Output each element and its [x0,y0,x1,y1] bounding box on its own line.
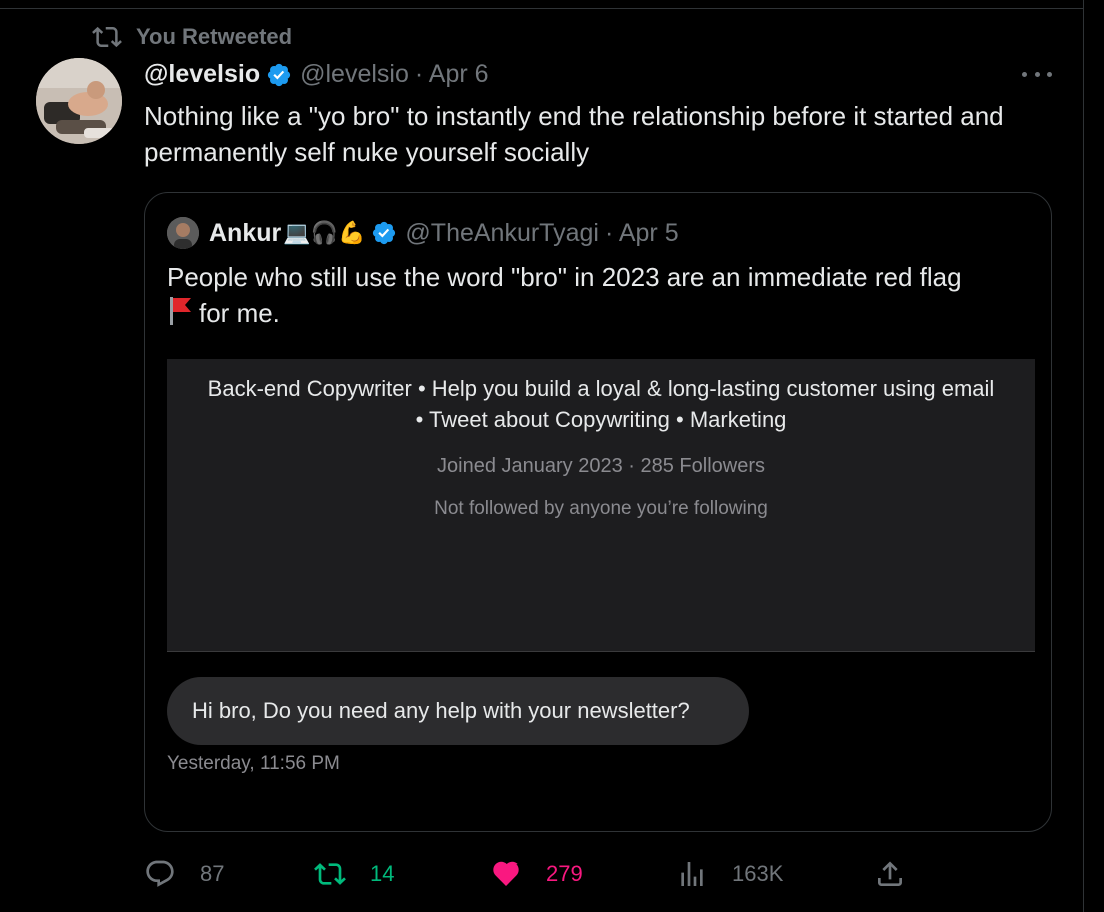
author-handle[interactable]: @levelsio [300,60,409,89]
avatar-photo [36,58,122,144]
reply-icon [146,860,174,887]
profile-card: Back-end Copywriter • Help you build a l… [167,359,1035,652]
share-button[interactable] [874,856,930,892]
verified-badge-icon [268,63,291,86]
heart-icon [493,861,519,886]
views-count: 163K [732,861,784,886]
quote-text-line2: for me. [199,298,280,328]
quote-name-emojis: 💻🎧💪 [283,220,366,245]
right-divider [1083,0,1084,912]
verified-badge-icon [373,221,396,245]
quote-author-handle[interactable]: @TheAnkurTyagi [405,219,599,248]
retweet-count: 14 [370,861,395,886]
quote-avatar[interactable] [167,217,199,249]
dm-message-bubble: Hi bro, Do you need any help with your n… [167,677,749,745]
quoted-tweet[interactable]: Ankur 💻🎧💪 @TheAnkurTyagi · Apr 5 People … [144,192,1052,832]
profile-bio: Back-end Copywriter • Help you build a l… [207,376,995,432]
tweet-text: Nothing like a "yo bro" to instantly end… [144,101,1004,167]
author-name[interactable]: @levelsio [144,60,260,89]
analytics-icon [681,862,703,886]
tweet-date[interactable]: · Apr 6 [415,60,489,89]
retweet-icon [92,26,122,48]
tweet-actions: 87 14 279 163K [144,856,914,892]
quote-text-line1: People who still use the word "bro" in 2… [167,262,962,292]
quote-author-name[interactable]: Ankur [209,219,281,248]
tweet-header: @levelsio @levelsio · Apr 6 [144,60,489,89]
views-button[interactable]: 163K [676,856,783,892]
profile-not-followed: Not followed by anyone you’re following [434,498,768,519]
retweet-icon [314,863,346,885]
retweet-button[interactable]: 14 [314,856,394,892]
profile-joined: Joined January 2023 · 285 Followers [437,455,765,477]
retweet-banner-label: You Retweeted [136,24,293,49]
reply-button[interactable]: 87 [144,856,224,892]
reply-count: 87 [200,861,225,886]
like-count: 279 [546,861,583,886]
top-divider [0,8,1084,9]
red-flag-icon [170,297,191,325]
avatar[interactable] [36,58,122,144]
share-icon [878,861,902,886]
more-icon[interactable] [1022,62,1052,86]
retweet-banner: You Retweeted [92,22,292,52]
quote-header: Ankur 💻🎧💪 @TheAnkurTyagi · Apr 5 [167,217,679,249]
quote-date[interactable]: · Apr 5 [605,219,679,248]
like-button[interactable]: 279 [490,856,583,892]
dm-timestamp: Yesterday, 11:56 PM [167,753,340,774]
quote-media-screenshot[interactable]: Back-end Copywriter • Help you build a l… [167,359,1035,817]
quote-text: People who still use the word "bro" in 2… [167,259,1027,331]
